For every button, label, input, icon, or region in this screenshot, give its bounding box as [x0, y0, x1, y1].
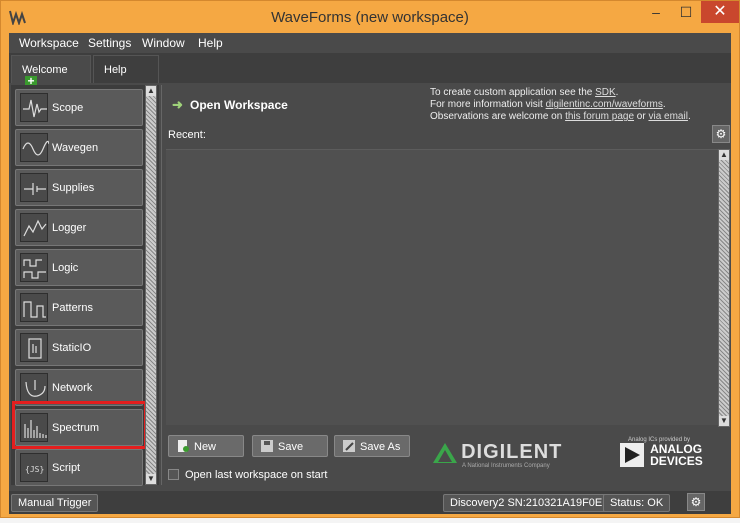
info-line3-mid: or — [634, 111, 649, 122]
info-line3-text: Observations are welcome on — [430, 111, 566, 122]
tool-label: Logger — [52, 222, 87, 234]
tool-label: Network — [52, 382, 93, 394]
save-workspace-button[interactable]: Save — [252, 435, 328, 457]
tool-supplies-button[interactable]: Supplies — [15, 169, 143, 206]
info-line3-end: . — [687, 111, 691, 122]
digilent-tagline: A National Instruments Company — [462, 463, 550, 469]
save-as-workspace-button[interactable]: Save As — [334, 435, 410, 457]
network-analyzer-icon — [20, 373, 48, 402]
new-workspace-button[interactable]: New — [168, 435, 244, 457]
tool-wavegen-button[interactable]: Wavegen — [15, 129, 143, 166]
tool-logger-button[interactable]: Logger — [15, 209, 143, 246]
save-disk-icon — [261, 440, 273, 452]
tab-welcome[interactable]: Welcome + — [11, 55, 91, 89]
tool-patterns-button[interactable]: Patterns — [15, 289, 143, 326]
maximize-button[interactable]: ☐ — [671, 1, 701, 23]
app-window: WaveForms (new workspace) – ☐ ✕ Workspac… — [0, 0, 740, 518]
open-last-workspace-option[interactable]: Open last workspace on start — [168, 469, 327, 481]
website-link[interactable]: digilentinc.com/waveforms — [546, 99, 663, 110]
close-button[interactable]: ✕ — [701, 1, 739, 23]
status-button[interactable]: Status: OK — [603, 494, 671, 512]
open-workspace-link[interactable]: ➜ Open Workspace — [172, 97, 288, 113]
save-as-icon — [343, 440, 355, 452]
tool-staticio-button[interactable]: StaticIO — [15, 329, 143, 366]
tool-label: Patterns — [52, 302, 93, 314]
menu-workspace[interactable]: Workspace — [19, 36, 79, 50]
svg-text:{JS}: {JS} — [25, 465, 44, 474]
scroll-down-arrow-icon[interactable]: ▼ — [719, 416, 729, 426]
sdk-link[interactable]: SDK — [595, 87, 616, 98]
tools-sidebar: Scope Wavegen Supplies Logger Logic Patt… — [11, 85, 159, 486]
logic-analyzer-icon — [20, 253, 48, 282]
window-title: WaveForms (new workspace) — [271, 9, 469, 26]
digilent-logo: DIGILENT A National Instruments Company — [432, 441, 563, 469]
recent-label: Recent: — [168, 129, 206, 141]
logger-graph-icon — [20, 213, 48, 242]
arrow-right-icon: ➜ — [172, 97, 183, 112]
status-bar: Manual Trigger Discovery2 SN:210321A19F0… — [9, 491, 731, 514]
recent-settings-gear-icon[interactable]: ⚙ — [712, 125, 730, 143]
new-label: New — [194, 441, 217, 453]
menu-settings[interactable]: Settings — [88, 36, 131, 50]
tab-bar: Welcome + Help — [9, 53, 731, 89]
spectrum-highlight-box — [12, 401, 147, 449]
menu-bar: Workspace Settings Window Help — [9, 33, 731, 53]
tool-logic-button[interactable]: Logic — [15, 249, 143, 286]
analog-devices-logo: Analog ICs provided by ANALOG DEVICES — [620, 437, 703, 467]
tool-label: StaticIO — [52, 342, 92, 354]
tab-help[interactable]: Help — [93, 55, 159, 83]
tool-label: Script — [52, 462, 81, 474]
recent-scrollbar[interactable]: ▲ ▼ — [718, 149, 730, 427]
tool-label: Logic — [52, 262, 79, 274]
tab-help-label: Help — [104, 64, 127, 76]
menu-window[interactable]: Window — [142, 36, 185, 50]
oscilloscope-icon — [20, 93, 48, 122]
info-line1-text: To create custom application see the — [430, 87, 596, 98]
status-settings-gear-icon[interactable]: ⚙ — [687, 493, 705, 511]
email-link[interactable]: via email — [648, 111, 687, 122]
scroll-down-arrow-icon[interactable]: ▼ — [146, 474, 156, 484]
forum-link[interactable]: this forum page — [565, 111, 634, 122]
minimize-button[interactable]: – — [641, 1, 671, 23]
open-workspace-label: Open Workspace — [190, 98, 288, 112]
tool-label: Scope — [52, 102, 84, 114]
digilent-wordmark: DIGILENT — [461, 441, 563, 463]
digilent-triangle-icon — [433, 442, 457, 463]
scroll-up-arrow-icon[interactable]: ▲ — [719, 150, 729, 160]
tool-script-button[interactable]: {JS} Script — [15, 449, 143, 486]
static-io-icon — [20, 333, 48, 362]
tool-label: Wavegen — [52, 142, 99, 154]
sine-wave-icon — [20, 133, 50, 162]
manual-trigger-button[interactable]: Manual Trigger — [11, 494, 99, 512]
tool-scope-button[interactable]: Scope — [15, 89, 143, 126]
scroll-up-arrow-icon[interactable]: ▲ — [146, 86, 156, 96]
info-line1-end: . — [615, 87, 619, 98]
script-icon: {JS} — [20, 453, 48, 482]
welcome-panel: ➜ Open Workspace To create custom applica… — [161, 85, 731, 485]
sidebar-scrollbar[interactable]: ▲ ▼ — [145, 85, 157, 485]
save-label: Save — [278, 441, 304, 453]
info-line2-end: . — [662, 99, 666, 110]
adi-line2: DEVICES — [650, 454, 703, 468]
device-selector-button[interactable]: Discovery2 SN:210321A19F0E — [443, 494, 610, 512]
adi-triangle-icon — [620, 443, 644, 467]
battery-icon — [20, 173, 48, 202]
info-text: To create custom application see the SDK… — [430, 87, 691, 123]
pattern-generator-icon — [20, 293, 48, 322]
tool-label: Supplies — [52, 182, 95, 194]
title-bar[interactable]: WaveForms (new workspace) – ☐ ✕ — [1, 1, 739, 33]
open-last-label: Open last workspace on start — [185, 469, 328, 481]
info-line2-text: For more information visit — [430, 99, 546, 110]
recent-workspaces-list[interactable] — [166, 149, 728, 425]
open-last-checkbox[interactable] — [168, 469, 179, 480]
new-document-icon — [177, 440, 189, 452]
client-area: Workspace Settings Window Help Welcome +… — [9, 33, 731, 514]
save-as-label: Save As — [360, 441, 401, 453]
menu-help[interactable]: Help — [198, 36, 223, 50]
